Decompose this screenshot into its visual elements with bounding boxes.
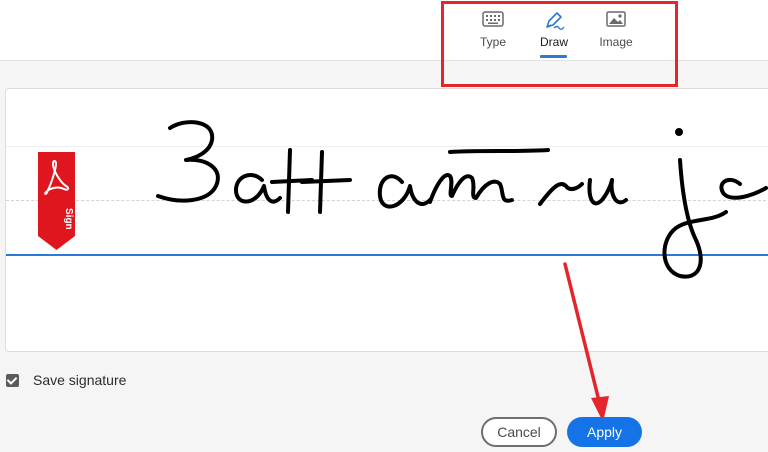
canvas-midline-guide xyxy=(6,200,768,201)
apply-button[interactable]: Apply xyxy=(567,417,642,447)
canvas-top-guide xyxy=(6,146,768,147)
signature-baseline xyxy=(6,254,768,256)
signature-draw-canvas[interactable] xyxy=(5,88,768,352)
mode-tabs-highlight-box xyxy=(441,1,678,87)
save-signature-row[interactable]: Save signature xyxy=(6,370,126,390)
sign-here-tag xyxy=(38,152,75,250)
cancel-button[interactable]: Cancel xyxy=(481,417,557,447)
save-signature-checkbox[interactable] xyxy=(6,373,19,387)
sign-tag-label: Sign xyxy=(63,208,74,230)
save-signature-label: Save signature xyxy=(33,372,127,388)
